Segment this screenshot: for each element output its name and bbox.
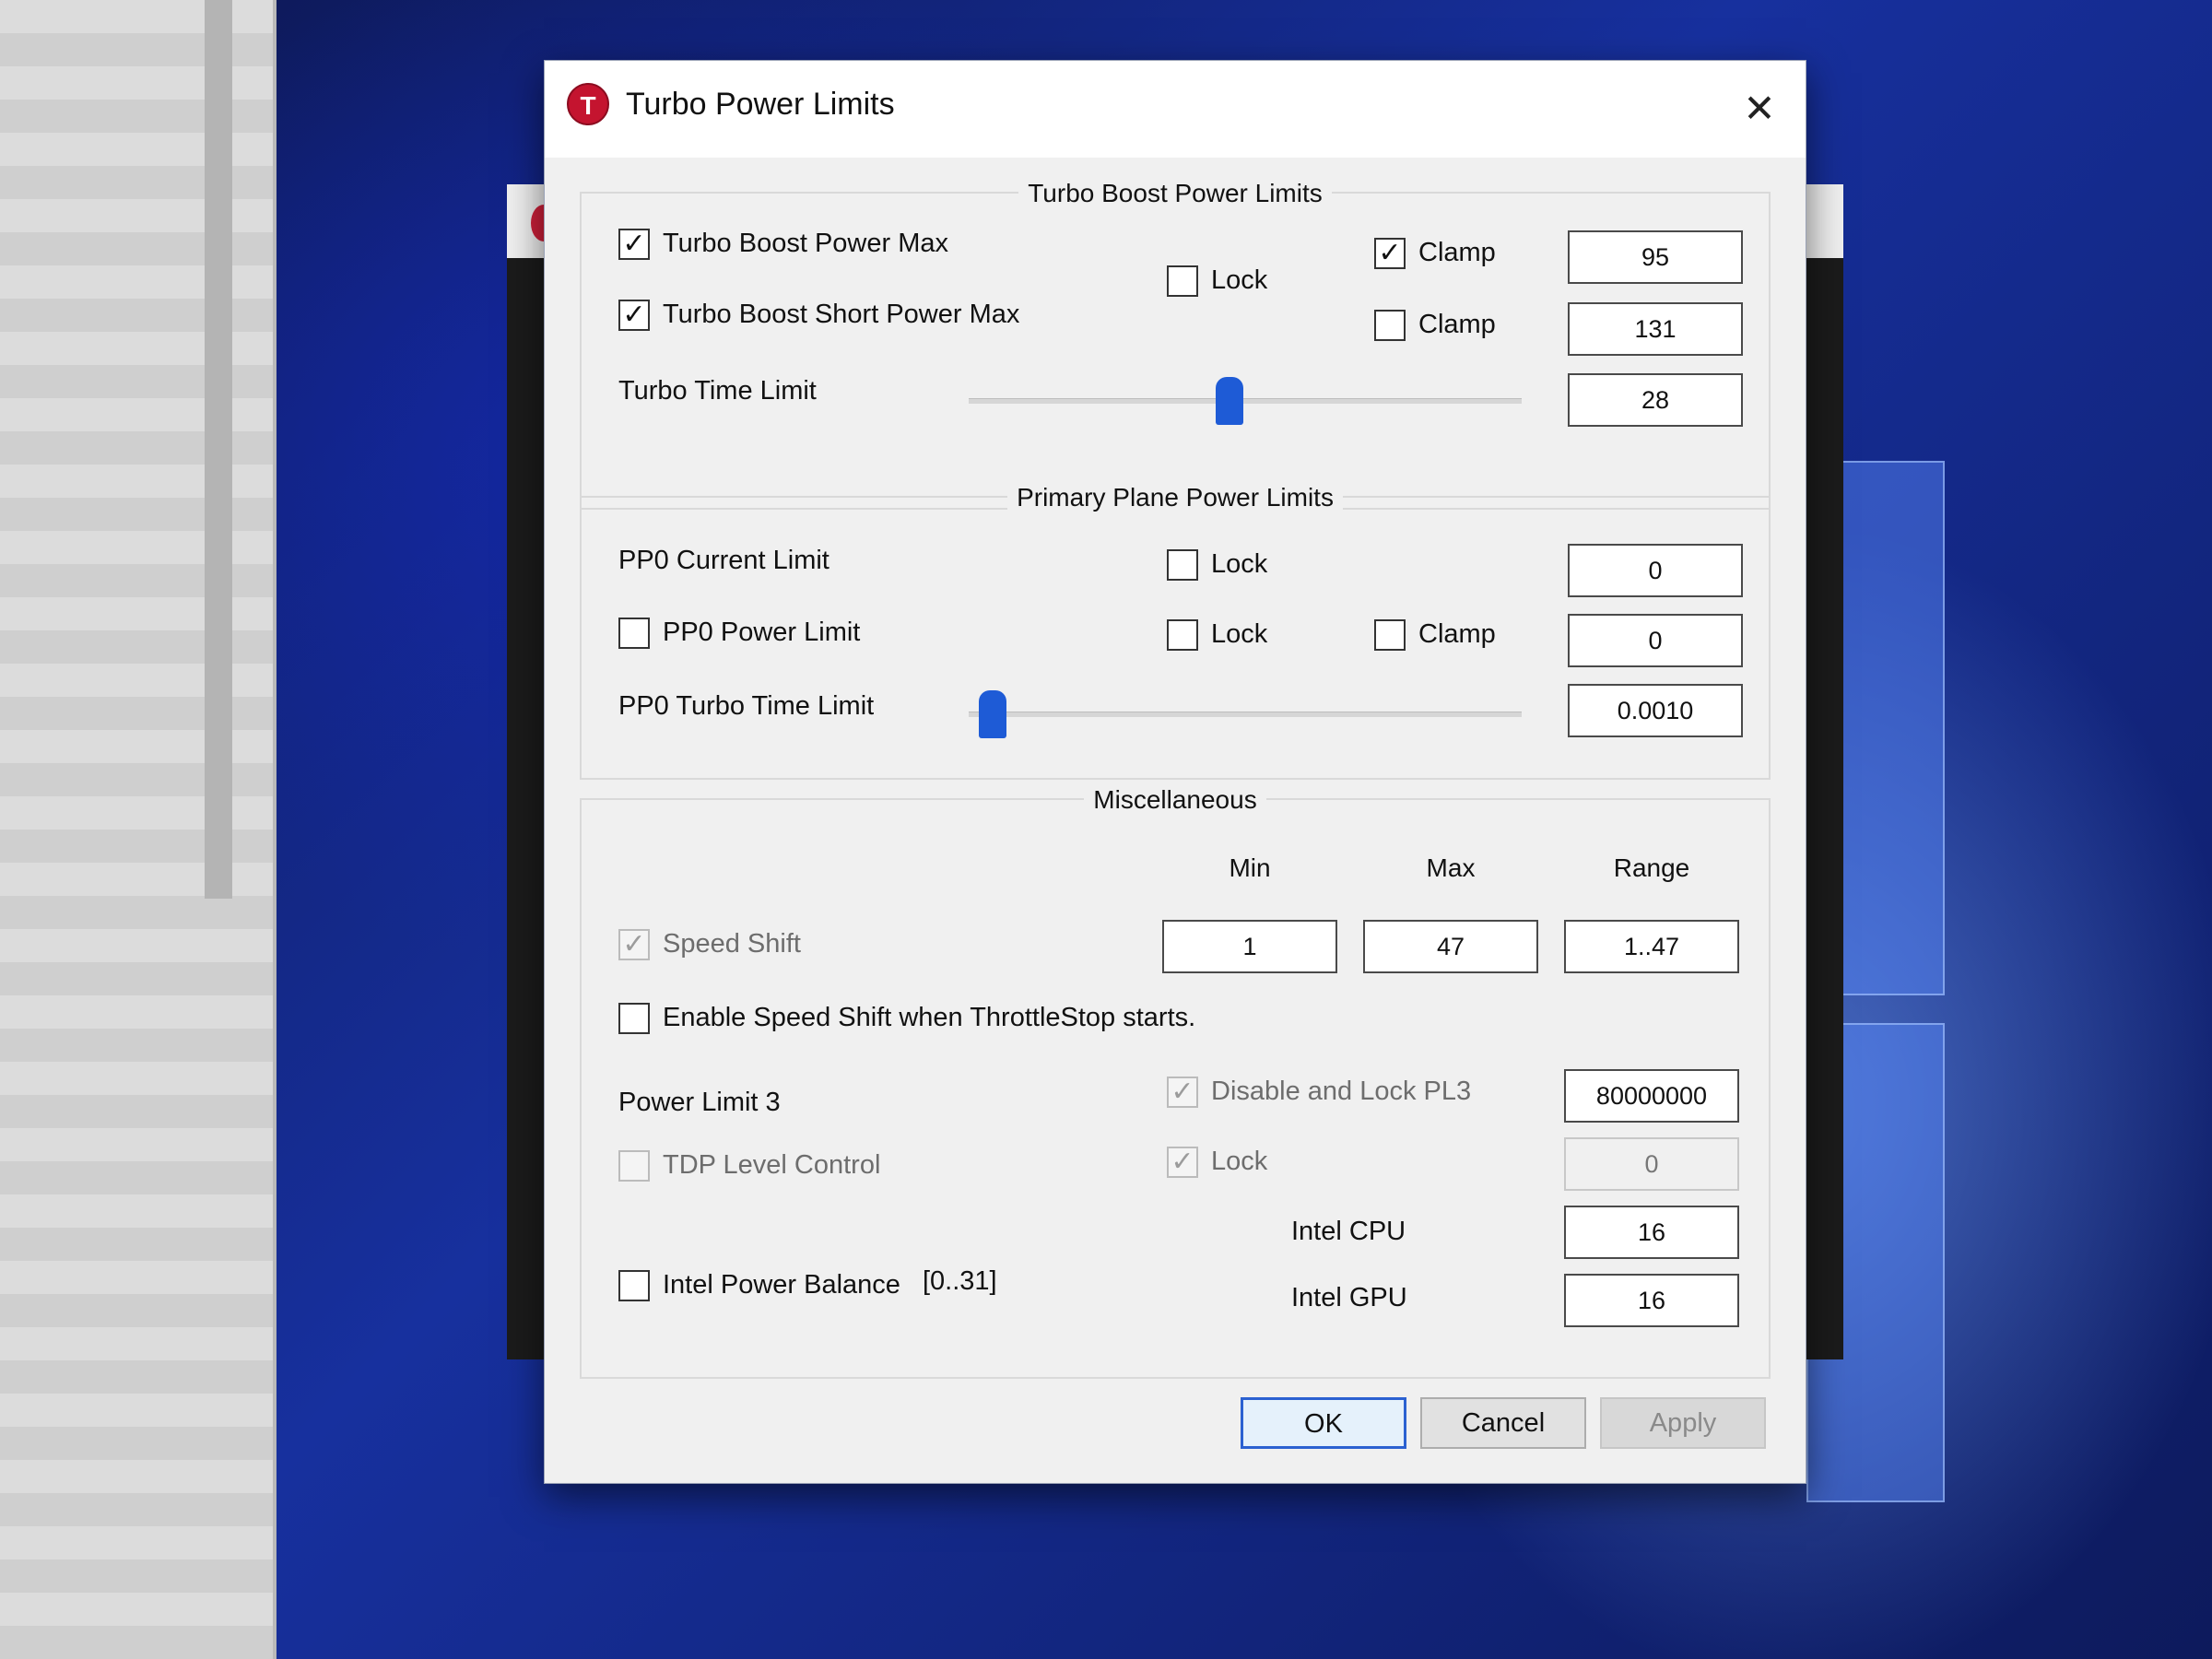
scrollbar-thumb[interactable] (205, 0, 232, 899)
pp0-current-lock-checkbox[interactable] (1167, 549, 1198, 581)
turbo-power-max-input[interactable]: 95 (1568, 230, 1743, 284)
turbo-time-limit-slider[interactable] (969, 377, 1522, 425)
turbo-short-power-max-input[interactable]: 131 (1568, 302, 1743, 356)
turbo-time-limit-label: Turbo Time Limit (618, 376, 817, 406)
intel-power-balance-checkbox[interactable] (618, 1270, 650, 1301)
disable-lock-pl3-label: Disable and Lock PL3 (1211, 1077, 1472, 1106)
close-button[interactable]: ✕ (1732, 81, 1787, 136)
enable-speed-shift-label: Enable Speed Shift when ThrottleStop sta… (663, 1003, 1196, 1032)
title-bar[interactable]: T Turbo Power Limits ✕ (545, 61, 1806, 158)
pp0-power-lock-checkbox[interactable] (1167, 619, 1198, 651)
turbo-boost-short-power-max-label: Turbo Boost Short Power Max (663, 300, 1020, 329)
tdp-level-control-label: TDP Level Control (663, 1150, 881, 1180)
clamp-power-max-checkbox[interactable]: ✓ (1374, 238, 1406, 269)
turbo-lock-checkbox[interactable] (1167, 265, 1198, 297)
tdp-lock-checkbox: ✓ (1167, 1147, 1198, 1178)
turbo-boost-short-power-max-checkbox[interactable]: ✓ (618, 300, 650, 331)
column-header-min: Min (1229, 853, 1271, 882)
enable-speed-shift-checkbox[interactable] (618, 1003, 650, 1034)
turbo-boost-power-max-label: Turbo Boost Power Max (663, 229, 948, 258)
disable-lock-pl3-checkbox: ✓ (1167, 1077, 1198, 1108)
ok-button[interactable]: OK (1241, 1397, 1406, 1449)
pp0-current-lock-label: Lock (1211, 549, 1268, 579)
intel-gpu-input[interactable]: 16 (1564, 1274, 1739, 1327)
group-title: Primary Plane Power Limits (1007, 483, 1343, 512)
pp0-turbo-time-limit-input[interactable]: 0.0010 (1568, 684, 1743, 737)
pp0-power-lock-label: Lock (1211, 619, 1268, 649)
column-header-max: Max (1426, 853, 1476, 882)
speed-shift-range-field: 1..47 (1564, 920, 1739, 973)
tdp-lock-label: Lock (1211, 1147, 1268, 1176)
background-window (0, 0, 276, 1659)
turbo-boost-group: Turbo Boost Power Limits ✓ Turbo Boost P… (580, 179, 1771, 510)
miscellaneous-group: Miscellaneous Min Max Range ✓ Speed Shif… (580, 785, 1771, 1379)
pp0-current-limit-label: PP0 Current Limit (618, 546, 830, 575)
turbo-boost-power-max-checkbox[interactable]: ✓ (618, 229, 650, 260)
clamp-power-max-label: Clamp (1418, 238, 1496, 267)
intel-gpu-label: Intel GPU (1291, 1283, 1407, 1312)
turbo-time-limit-input[interactable]: 28 (1568, 373, 1743, 427)
intel-power-balance-label: Intel Power Balance (663, 1270, 900, 1300)
window-title: Turbo Power Limits (626, 87, 895, 122)
pp0-turbo-time-limit-slider[interactable] (969, 690, 1522, 738)
power-limit-3-label: Power Limit 3 (618, 1088, 781, 1117)
slider-thumb[interactable] (979, 690, 1007, 738)
apply-button[interactable]: Apply (1600, 1397, 1766, 1449)
group-title: Miscellaneous (1084, 785, 1266, 814)
tdp-value-field: 0 (1564, 1137, 1739, 1191)
primary-plane-group: Primary Plane Power Limits PP0 Current L… (580, 483, 1771, 780)
pp0-power-limit-label: PP0 Power Limit (663, 618, 861, 647)
intel-cpu-input[interactable]: 16 (1564, 1206, 1739, 1259)
slider-thumb[interactable] (1215, 377, 1243, 425)
pp0-current-limit-input[interactable]: 0 (1568, 544, 1743, 597)
speed-shift-min-input[interactable]: 1 (1162, 920, 1337, 973)
pp0-power-limit-checkbox[interactable] (618, 618, 650, 649)
pp0-clamp-checkbox[interactable] (1374, 619, 1406, 651)
group-title: Turbo Boost Power Limits (1018, 179, 1332, 207)
pp0-clamp-label: Clamp (1418, 619, 1496, 649)
clamp-short-power-max-checkbox[interactable] (1374, 310, 1406, 341)
speed-shift-label: Speed Shift (663, 929, 801, 959)
clamp-short-power-max-label: Clamp (1418, 310, 1496, 339)
speed-shift-max-input[interactable]: 47 (1363, 920, 1538, 973)
pp0-power-limit-input[interactable]: 0 (1568, 614, 1743, 667)
pl3-value-input[interactable]: 80000000 (1564, 1069, 1739, 1123)
speed-shift-checkbox: ✓ (618, 929, 650, 960)
pp0-turbo-time-limit-label: PP0 Turbo Time Limit (618, 691, 875, 721)
throttlestop-app-icon: T (567, 83, 609, 125)
column-header-range: Range (1613, 853, 1690, 882)
intel-power-balance-range: [0..31] (923, 1266, 997, 1296)
turbo-lock-label: Lock (1211, 265, 1268, 295)
tdp-level-control-checkbox (618, 1150, 650, 1182)
turbo-power-limits-dialog: T Turbo Power Limits ✕ Turbo Boost Power… (544, 60, 1806, 1484)
cancel-button[interactable]: Cancel (1420, 1397, 1586, 1449)
